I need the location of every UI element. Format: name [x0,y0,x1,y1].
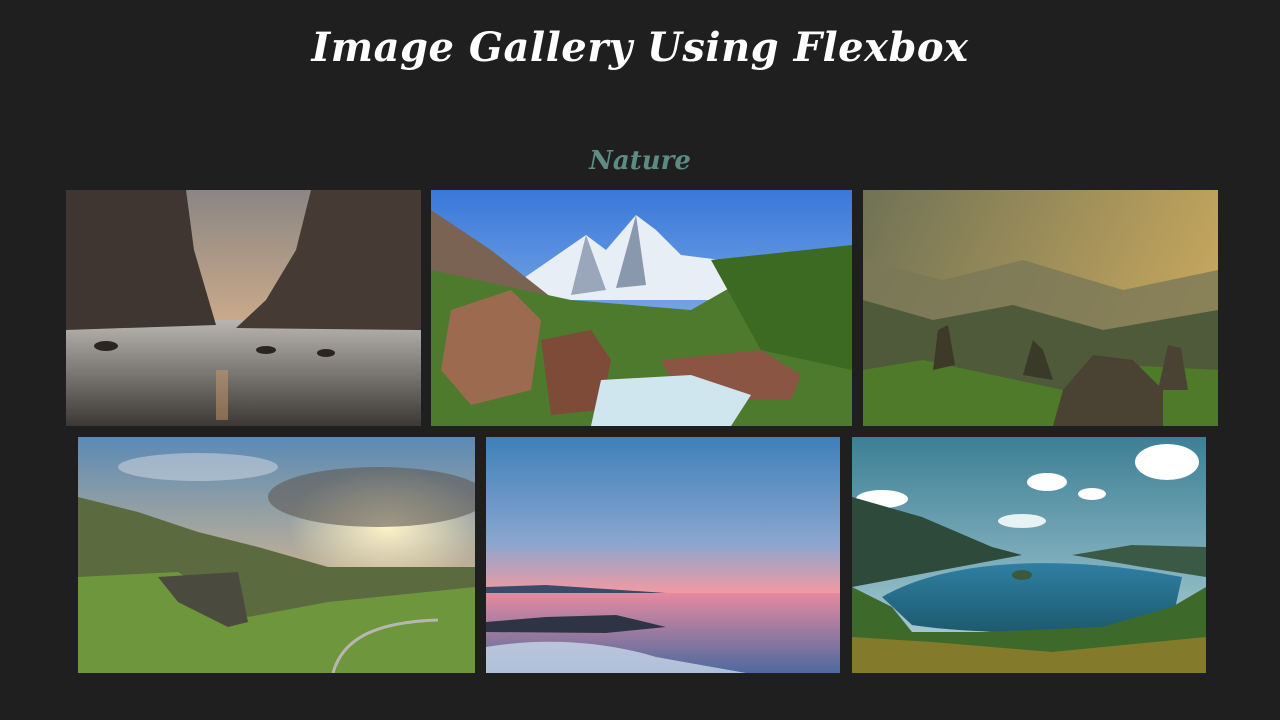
mountain-lake-image[interactable] [852,437,1206,673]
green-cliffs-sunset-image[interactable] [78,437,475,673]
mountain-stream-image[interactable] [431,190,852,426]
ocean-sunset-image[interactable] [486,437,840,673]
misty-valley-image[interactable] [863,190,1218,426]
section-title: Nature [0,146,1280,176]
page-title: Image Gallery Using Flexbox [311,24,969,71]
sea-arch-beach-image[interactable] [66,190,421,426]
